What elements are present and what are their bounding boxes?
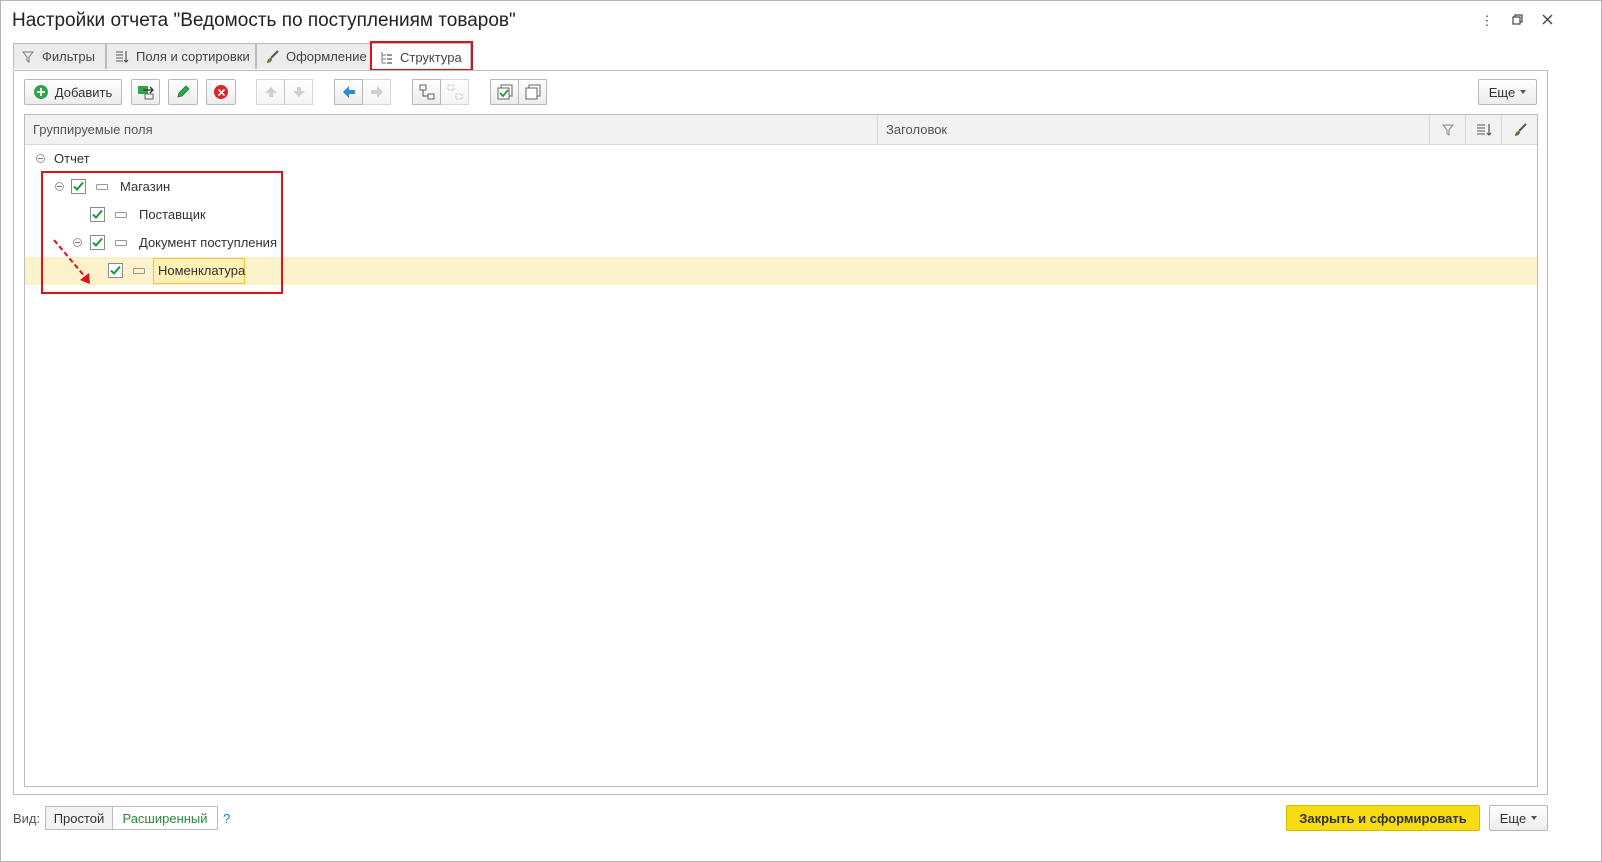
uncheck-all-button[interactable]	[518, 79, 547, 105]
column-header-title[interactable]: Заголовок	[878, 115, 1429, 144]
add-grouping-icon	[137, 86, 154, 100]
delete-icon	[214, 85, 228, 99]
move-down-button[interactable]	[284, 79, 313, 105]
tree-row-receipt-document[interactable]: Документ поступления	[25, 229, 1537, 257]
tree-row-nomenclature[interactable]: Номенклатура	[25, 257, 1537, 285]
tab-structure-label: Структура	[400, 50, 462, 65]
view-simple-label: Простой	[53, 810, 105, 826]
tree-row-label: Документ поступления	[139, 235, 277, 250]
selected-cell[interactable]: Номенклатура	[153, 258, 245, 284]
group-button[interactable]	[412, 79, 441, 105]
tab-structure[interactable]: Структура	[371, 43, 471, 71]
filter-icon	[22, 50, 35, 64]
edit-button[interactable]	[168, 79, 198, 105]
tab-appearance-label: Оформление	[286, 49, 367, 64]
tree-row-supplier[interactable]: Поставщик	[25, 201, 1537, 229]
row-checkbox[interactable]	[108, 263, 123, 278]
uncheck-all-icon	[525, 84, 540, 100]
field-icon	[133, 268, 145, 274]
close-and-generate-label: Закрыть и сформировать	[1299, 810, 1467, 826]
footer-more-label: Еще	[1499, 810, 1527, 826]
window-title: Настройки отчета "Ведомость по поступлен…	[12, 10, 516, 31]
tree-row-label: Номенклатура	[158, 263, 246, 278]
column-header-grouped-fields[interactable]: Группируемые поля	[25, 115, 878, 144]
checkmark-icon	[92, 209, 103, 219]
row-checkbox[interactable]	[71, 179, 86, 194]
filter-icon	[1441, 124, 1454, 136]
tree-row-label: Магазин	[120, 179, 171, 194]
tree-row-report[interactable]: Отчет	[25, 145, 1537, 173]
tab-filters[interactable]: Фильтры	[13, 43, 106, 69]
column-filter-toggle[interactable]	[1429, 115, 1465, 144]
field-icon	[115, 212, 127, 218]
tab-fields-sorting-label: Поля и сортировки	[136, 49, 250, 64]
close-window-icon[interactable]	[1538, 12, 1556, 30]
view-simple-button[interactable]: Простой	[45, 806, 113, 830]
add-icon	[33, 85, 48, 99]
brush-icon	[265, 49, 279, 64]
row-checkbox[interactable]	[90, 207, 105, 222]
arrow-down-icon	[292, 87, 305, 97]
footer-more-button[interactable]: Еще	[1489, 805, 1548, 831]
check-all-button[interactable]	[490, 79, 519, 105]
ungroup-button[interactable]	[440, 79, 469, 105]
fields-sort-icon	[1476, 123, 1491, 136]
arrow-up-icon	[264, 87, 277, 97]
tab-fields-sorting[interactable]: Поля и сортировки	[106, 43, 256, 69]
group-icon	[419, 84, 434, 100]
fields-sort-icon	[115, 50, 129, 64]
arrow-left-icon	[342, 86, 355, 98]
close-and-generate-button[interactable]: Закрыть и сформировать	[1286, 805, 1480, 831]
help-link[interactable]: ?	[223, 811, 230, 826]
chevron-down-icon	[1531, 816, 1538, 820]
toolbar-more-label: Еще	[1488, 84, 1516, 100]
checkmark-icon	[110, 265, 121, 275]
arrow-annotation-icon	[53, 239, 90, 284]
brush-icon	[1514, 122, 1527, 136]
structure-panel: Добавить Еще Группируемые поля Заголовок…	[13, 70, 1548, 795]
tab-filters-label: Фильтры	[41, 49, 95, 64]
move-left-button[interactable]	[334, 79, 363, 105]
structure-tree-grid[interactable]: Группируемые поля Заголовок Отчет Магази…	[24, 114, 1538, 787]
field-icon	[96, 184, 108, 190]
arrow-right-icon	[370, 86, 383, 98]
view-extended-button[interactable]: Расширенный	[112, 806, 218, 830]
delete-button[interactable]	[206, 79, 236, 105]
move-right-button[interactable]	[362, 79, 391, 105]
tree-row-label: Отчет	[54, 151, 90, 166]
restore-window-icon[interactable]	[1508, 12, 1526, 30]
add-button[interactable]: Добавить	[24, 79, 122, 105]
checkmark-icon	[73, 181, 84, 191]
check-all-icon	[497, 84, 512, 100]
more-menu-icon[interactable]: ⋮	[1478, 12, 1496, 30]
pencil-icon	[177, 85, 190, 98]
add-grouping-button[interactable]	[131, 79, 160, 105]
tree-row-store[interactable]: Магазин	[25, 173, 1537, 201]
field-icon	[115, 240, 127, 246]
column-appearance-toggle[interactable]	[1501, 115, 1537, 144]
grid-header: Группируемые поля Заголовок	[25, 115, 1537, 145]
collapse-toggle[interactable]	[36, 154, 45, 163]
collapse-toggle[interactable]	[55, 182, 64, 191]
ungroup-icon	[447, 84, 462, 100]
tree-row-label: Поставщик	[139, 207, 206, 222]
structure-icon	[380, 51, 393, 65]
toolbar-more-button[interactable]: Еще	[1478, 79, 1537, 105]
column-fields-toggle[interactable]	[1465, 115, 1501, 144]
view-extended-label: Расширенный	[122, 810, 208, 826]
chevron-down-icon	[1520, 90, 1527, 94]
tab-appearance[interactable]: Оформление	[256, 43, 371, 69]
move-up-button[interactable]	[256, 79, 285, 105]
view-label: Вид:	[13, 811, 41, 826]
add-button-label: Добавить	[54, 84, 113, 100]
